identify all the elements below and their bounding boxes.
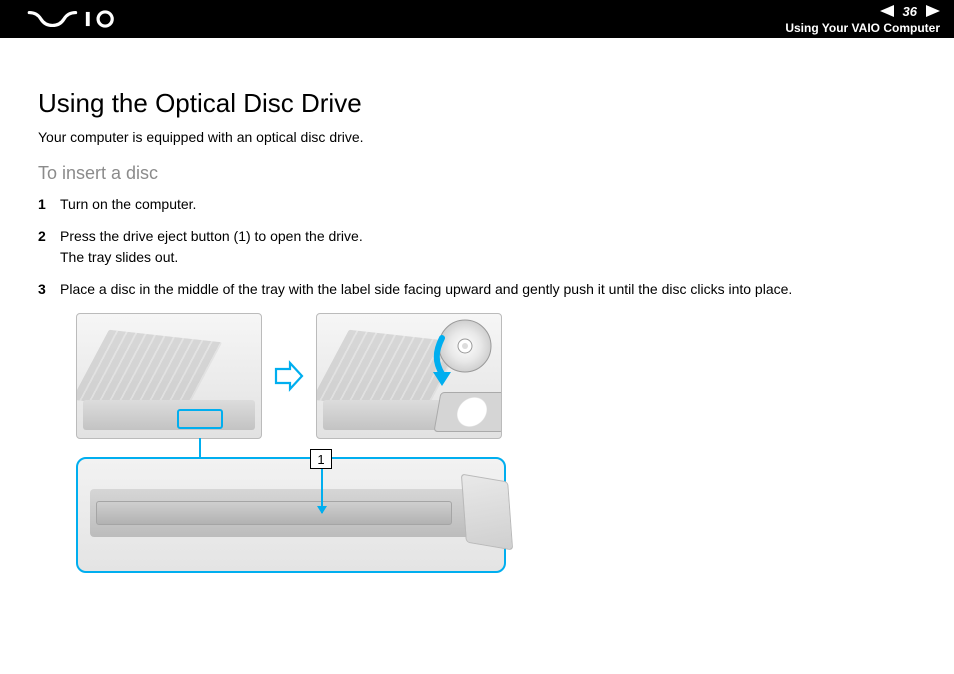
insert-arrow-icon — [425, 334, 459, 393]
side-view-drive — [90, 489, 476, 537]
laptop-closed-tray — [76, 313, 262, 439]
step-text: Press the drive eject button (1) to open… — [60, 226, 916, 267]
step-item: 2 Press the drive eject button (1) to op… — [38, 226, 916, 267]
side-view-flap — [461, 474, 513, 551]
side-view-panel: 1 — [76, 457, 506, 573]
steps-list: 1 Turn on the computer. 2 Press the driv… — [38, 194, 916, 299]
callout-label: 1 — [310, 449, 332, 469]
header-bar: 36 Using Your VAIO Computer — [0, 0, 954, 38]
page-number: 36 — [903, 4, 917, 19]
section-title: Using Your VAIO Computer — [785, 21, 940, 35]
eject-button-highlight — [177, 409, 223, 429]
step-text: Turn on the computer. — [60, 194, 916, 214]
page-root: 36 Using Your VAIO Computer Using the Op… — [0, 0, 954, 674]
step-item: 1 Turn on the computer. — [38, 194, 916, 214]
step-text: Place a disc in the middle of the tray w… — [60, 279, 916, 299]
step-number: 3 — [38, 279, 60, 299]
disc-tray — [433, 392, 502, 432]
subtitle: To insert a disc — [38, 163, 916, 184]
arrow-right-icon — [272, 359, 306, 393]
step-number: 2 — [38, 226, 60, 246]
laptop-open-tray — [316, 313, 502, 439]
illustration: 1 — [76, 313, 576, 573]
intro-text: Your computer is equipped with an optica… — [38, 129, 916, 145]
page-title: Using the Optical Disc Drive — [38, 88, 916, 119]
callout-pointer — [321, 469, 323, 513]
nav-next-icon[interactable] — [926, 5, 940, 17]
header-right: 36 Using Your VAIO Computer — [785, 4, 940, 35]
illustration-top-row — [76, 313, 576, 439]
step-number: 1 — [38, 194, 60, 214]
content-area: Using the Optical Disc Drive Your comput… — [0, 38, 954, 593]
brand-logo — [18, 10, 128, 28]
step-item: 3 Place a disc in the middle of the tray… — [38, 279, 916, 299]
nav-prev-icon[interactable] — [880, 5, 894, 17]
